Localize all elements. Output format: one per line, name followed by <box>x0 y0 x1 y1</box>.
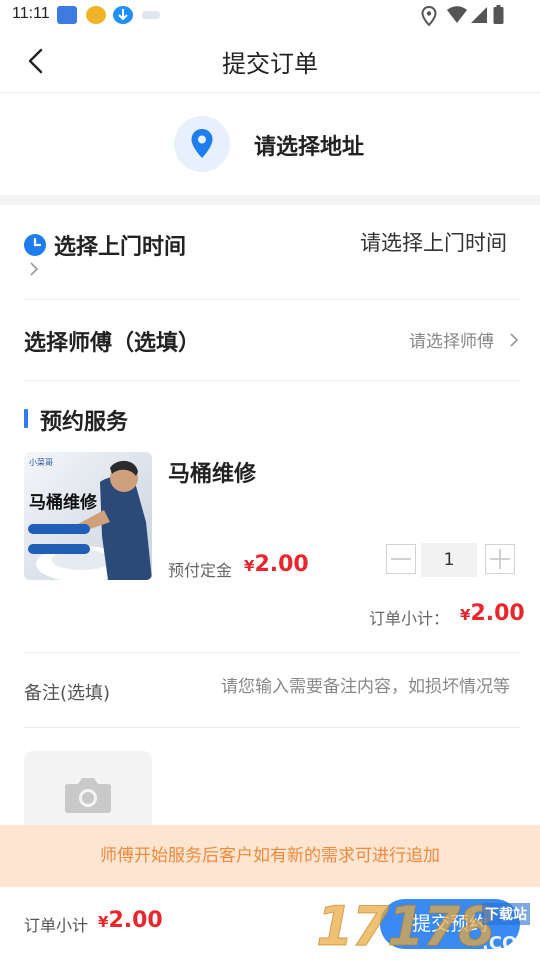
wifi-icon <box>447 6 467 23</box>
bottom-subtotal-amount: 2.00 <box>108 908 163 933</box>
currency-symbol: ¥ <box>460 606 471 624</box>
address-placeholder: 请选择地址 <box>254 135 365 160</box>
divider <box>24 727 520 728</box>
currency-symbol: ¥ <box>244 557 255 575</box>
service-time-value[interactable]: 请选择上门时间 <box>360 227 507 257</box>
quantity-plus-button[interactable] <box>485 544 515 574</box>
status-bar: 11:11 <box>0 0 540 32</box>
product-thumbnail: 小菜哥 马桶维修 <box>24 452 152 580</box>
quantity-value[interactable]: 1 <box>421 543 477 577</box>
bottom-subtotal-label: 订单小计 <box>24 916 89 935</box>
thumbnail-logo: 小菜哥 <box>29 458 53 467</box>
divider <box>24 380 520 381</box>
address-selector[interactable]: 请选择地址 <box>0 93 540 195</box>
watermark-tag: 下载站 <box>482 903 530 925</box>
minus-icon <box>391 558 411 560</box>
subtotal-label: 订单小计： <box>369 609 450 628</box>
remark-input[interactable] <box>180 677 510 697</box>
thumbnail-tag <box>28 524 90 534</box>
address-icon-circle <box>174 116 230 172</box>
divider <box>24 652 520 653</box>
download-notification-icon <box>113 6 133 24</box>
watermark-text: 17178 <box>316 895 497 959</box>
section-accent-bar <box>24 409 28 428</box>
chevron-right-icon <box>30 262 39 276</box>
quantity-minus-button[interactable] <box>386 544 416 574</box>
master-label: 选择师傅（选填） <box>24 331 201 356</box>
subtotal-price: ¥2.00 <box>460 601 525 626</box>
camera-icon <box>65 778 111 813</box>
page-title: 提交订单 <box>222 50 318 78</box>
currency-symbol: ¥ <box>98 913 109 931</box>
signal-icon <box>471 7 487 23</box>
thumbnail-title: 马桶维修 <box>29 493 97 513</box>
battery-icon <box>493 5 504 24</box>
app-notification-icon <box>57 6 77 24</box>
toilet-repair-image <box>24 452 152 580</box>
status-time: 11:11 <box>12 5 50 22</box>
location-pin-icon <box>191 129 213 158</box>
remark-label: 备注(选填) <box>24 683 111 704</box>
section-spacer <box>0 195 540 205</box>
deposit-label: 预付定金 <box>168 561 233 580</box>
bottom-subtotal-price: ¥2.00 <box>98 908 163 933</box>
plus-icon <box>490 549 510 569</box>
app-notification-icon <box>86 6 106 24</box>
section-title: 预约服务 <box>40 410 129 435</box>
subtotal-amount: 2.00 <box>470 601 525 626</box>
product-name: 马桶维修 <box>168 462 257 487</box>
watermark-suffix: .COM <box>482 933 536 954</box>
nav-header: 提交订单 <box>0 32 540 93</box>
chevron-right-icon <box>510 333 519 347</box>
clock-icon <box>24 234 46 256</box>
deposit-amount: 2.00 <box>254 552 309 577</box>
service-time-label: 选择上门时间 <box>54 235 187 260</box>
notice-banner: 师傅开始服务后客户如有新的需求可进行追加 <box>0 825 540 887</box>
thumbnail-tag <box>28 544 90 554</box>
site-watermark: 17178 .COM 下载站 <box>316 893 540 960</box>
photo-upload-button[interactable] <box>24 751 152 831</box>
deposit-price: ¥2.00 <box>244 552 309 577</box>
location-status-icon <box>421 6 437 26</box>
app-notification-icon <box>142 11 160 19</box>
master-value[interactable]: 请选择师傅 <box>409 327 494 352</box>
